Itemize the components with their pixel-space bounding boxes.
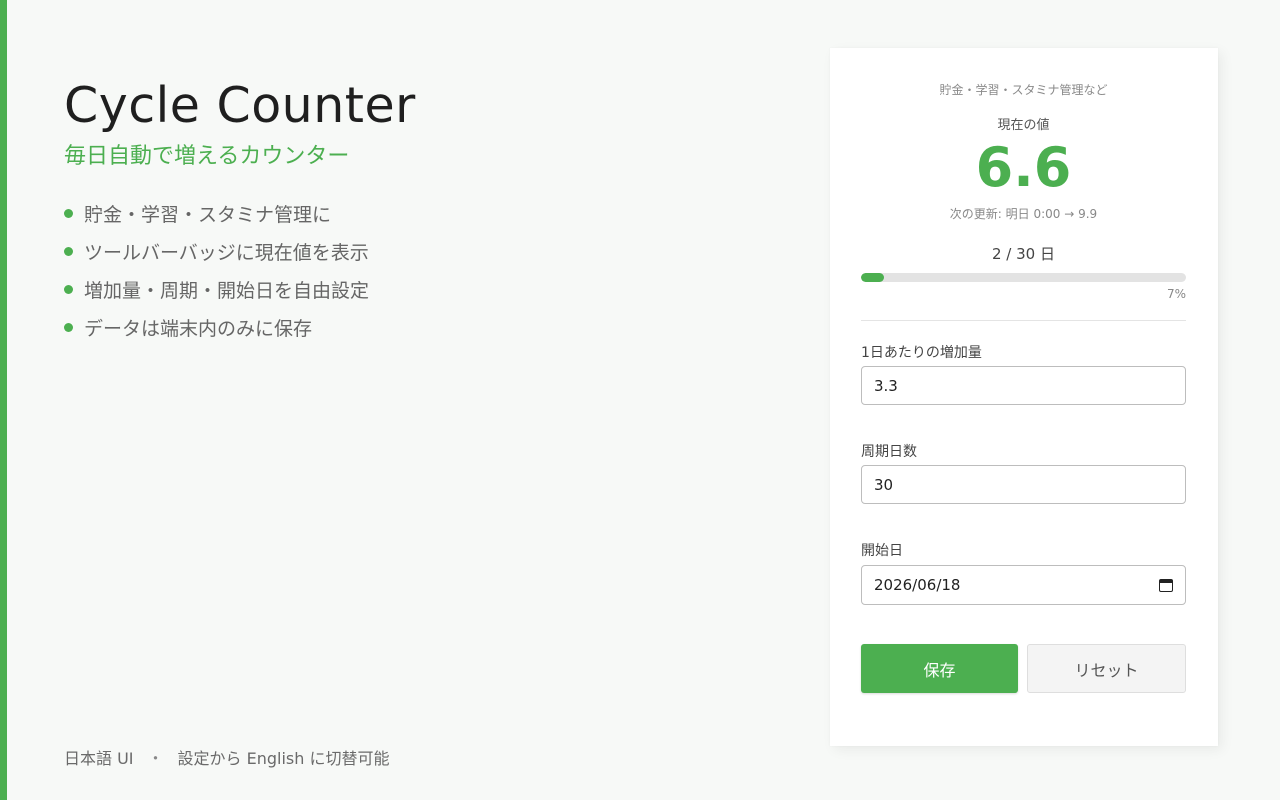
feature-item: データは端末内のみに保存	[64, 308, 764, 346]
feature-text: 増加量・周期・開始日を自由設定	[84, 279, 370, 302]
bullet-icon	[64, 284, 73, 294]
cycle-days-input[interactable]: 30	[861, 465, 1186, 504]
footer-language: 日本語 UI	[64, 749, 134, 768]
next-update-text: 次の更新: 明日 0:00 → 9.9	[949, 207, 1098, 221]
start-date-label: 開始日	[861, 543, 903, 559]
feature-text: データは端末内のみに保存	[84, 317, 313, 340]
bullet-icon	[64, 246, 73, 256]
card-subtitle: 貯金・学習・スタミナ管理など	[939, 83, 1108, 97]
bullet-icon	[64, 208, 73, 218]
feature-item: 貯金・学習・スタミナ管理に	[64, 194, 764, 232]
increment-value: 3.3	[874, 376, 898, 395]
save-button[interactable]: 保存	[861, 644, 1018, 693]
progress-percent: 7%	[1166, 287, 1186, 301]
cycle-days-label: 周期日数	[861, 444, 917, 460]
tagline: 毎日自動で増えるカウンター	[64, 144, 350, 169]
day-counter: 2 / 30 日	[992, 245, 1055, 263]
start-date-value: 2026/06/18	[874, 576, 961, 594]
cycle-days-value: 30	[874, 475, 894, 494]
feature-text: ツールバーバッジに現在値を表示	[84, 241, 369, 264]
increment-input[interactable]: 3.3	[861, 366, 1186, 405]
divider	[861, 320, 1186, 321]
feature-item: 増加量・周期・開始日を自由設定	[64, 270, 764, 308]
feature-text: 貯金・学習・スタミナ管理に	[84, 203, 332, 226]
start-date-input[interactable]: 2026/06/18	[861, 565, 1186, 605]
counter-card: 貯金・学習・スタミナ管理など 現在の値 6.6 次の更新: 明日 0:00 → …	[830, 48, 1218, 746]
progress-fill	[861, 273, 884, 282]
footer-hint: 設定から English に切替可能	[177, 749, 390, 768]
app-title: Cycle Counter	[64, 77, 416, 134]
progress-bar	[861, 273, 1186, 282]
current-value: 6.6	[975, 136, 1072, 199]
bullet-icon	[64, 322, 73, 332]
footer-separator: ・	[147, 749, 164, 768]
page: Cycle Counter 毎日自動で増えるカウンター 貯金・学習・スタミナ管理…	[0, 0, 1280, 800]
feature-list: 貯金・学習・スタミナ管理に ツールバーバッジに現在値を表示 増加量・周期・開始日…	[64, 194, 764, 346]
increment-label: 1日あたりの増加量	[861, 345, 982, 361]
feature-item: ツールバーバッジに現在値を表示	[64, 232, 764, 270]
intro-panel: Cycle Counter 毎日自動で増えるカウンター 貯金・学習・スタミナ管理…	[64, 78, 764, 346]
reset-button[interactable]: リセット	[1027, 644, 1186, 693]
footer-note: 日本語 UI ・ 設定から English に切替可能	[64, 745, 390, 769]
calendar-icon[interactable]	[1159, 578, 1173, 592]
current-value-label: 現在の値	[997, 118, 1050, 133]
accent-bar	[0, 0, 7, 800]
